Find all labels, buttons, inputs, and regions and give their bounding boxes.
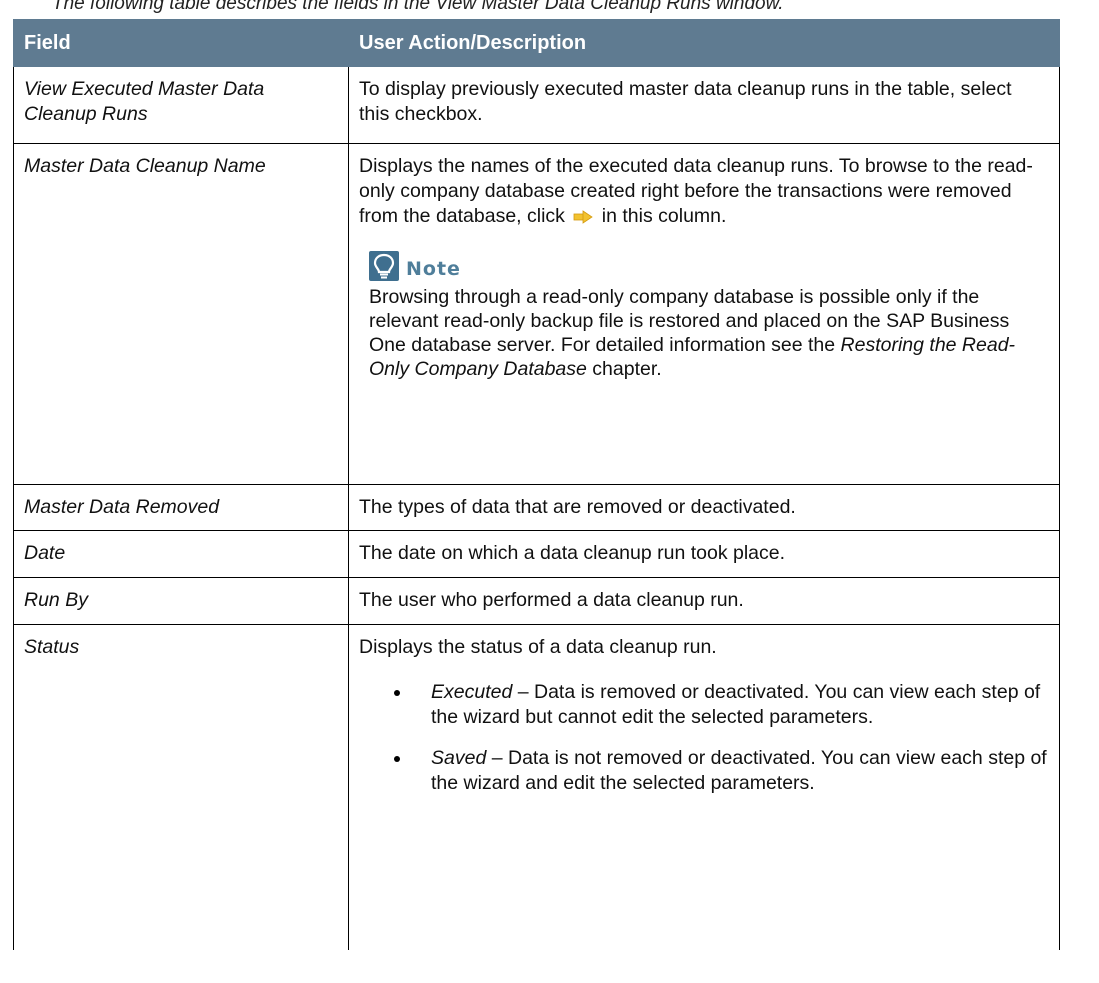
table-row: Status Displays the status of a data cle…	[13, 624, 1060, 950]
field-description: The date on which a data cleanup run too…	[348, 530, 1060, 578]
field-description: Displays the status of a data cleanup ru…	[348, 624, 1060, 950]
list-item: Executed – Data is removed or deactivate…	[359, 680, 1047, 730]
description-text-end: in this column.	[601, 205, 727, 227]
table-row: Run By The user who performed a data cle…	[13, 577, 1060, 625]
field-description: The types of data that are removed or de…	[348, 484, 1060, 531]
status-text: – Data is removed or deactivated. You ca…	[431, 681, 1041, 728]
status-term: Saved	[431, 747, 487, 769]
bullet-icon	[394, 756, 400, 762]
lightbulb-icon	[369, 251, 399, 281]
table-row: Master Data Removed The types of data th…	[13, 484, 1060, 531]
field-name: View Executed Master Data Cleanup Runs	[13, 66, 349, 144]
table-caption: The following table describes the fields…	[52, 0, 784, 14]
note-box: Note Browsing through a read-only compan…	[359, 245, 1047, 381]
status-text: – Data is not removed or deactivated. Yo…	[431, 747, 1047, 794]
status-list: Executed – Data is removed or deactivate…	[359, 680, 1047, 796]
fields-table: Field User Action/Description View Execu…	[13, 19, 1060, 950]
field-name: Master Data Cleanup Name	[13, 143, 349, 485]
field-name: Run By	[13, 577, 349, 625]
note-text: Browsing through a read-only company dat…	[369, 285, 1047, 381]
header-description: User Action/Description	[348, 19, 1060, 67]
status-intro: Displays the status of a data cleanup ru…	[359, 636, 717, 658]
field-description: Displays the names of the executed data …	[348, 143, 1060, 485]
header-field: Field	[13, 19, 349, 67]
yellow-arrow-icon[interactable]	[573, 206, 594, 231]
table-row: View Executed Master Data Cleanup Runs T…	[13, 66, 1060, 144]
field-description: To display previously executed master da…	[348, 66, 1060, 144]
field-name: Status	[13, 624, 349, 950]
field-name: Master Data Removed	[13, 484, 349, 531]
table-row: Master Data Cleanup Name Displays the na…	[13, 143, 1060, 485]
table-row: Date The date on which a data cleanup ru…	[13, 530, 1060, 578]
bullet-icon	[394, 690, 400, 696]
note-text-end: chapter.	[592, 358, 662, 380]
table-header-row: Field User Action/Description	[13, 19, 1060, 67]
list-item: Saved – Data is not removed or deactivat…	[359, 746, 1047, 796]
status-term: Executed	[431, 681, 513, 703]
note-title: Note	[406, 258, 461, 280]
field-description: The user who performed a data cleanup ru…	[348, 577, 1060, 625]
field-name: Date	[13, 530, 349, 578]
